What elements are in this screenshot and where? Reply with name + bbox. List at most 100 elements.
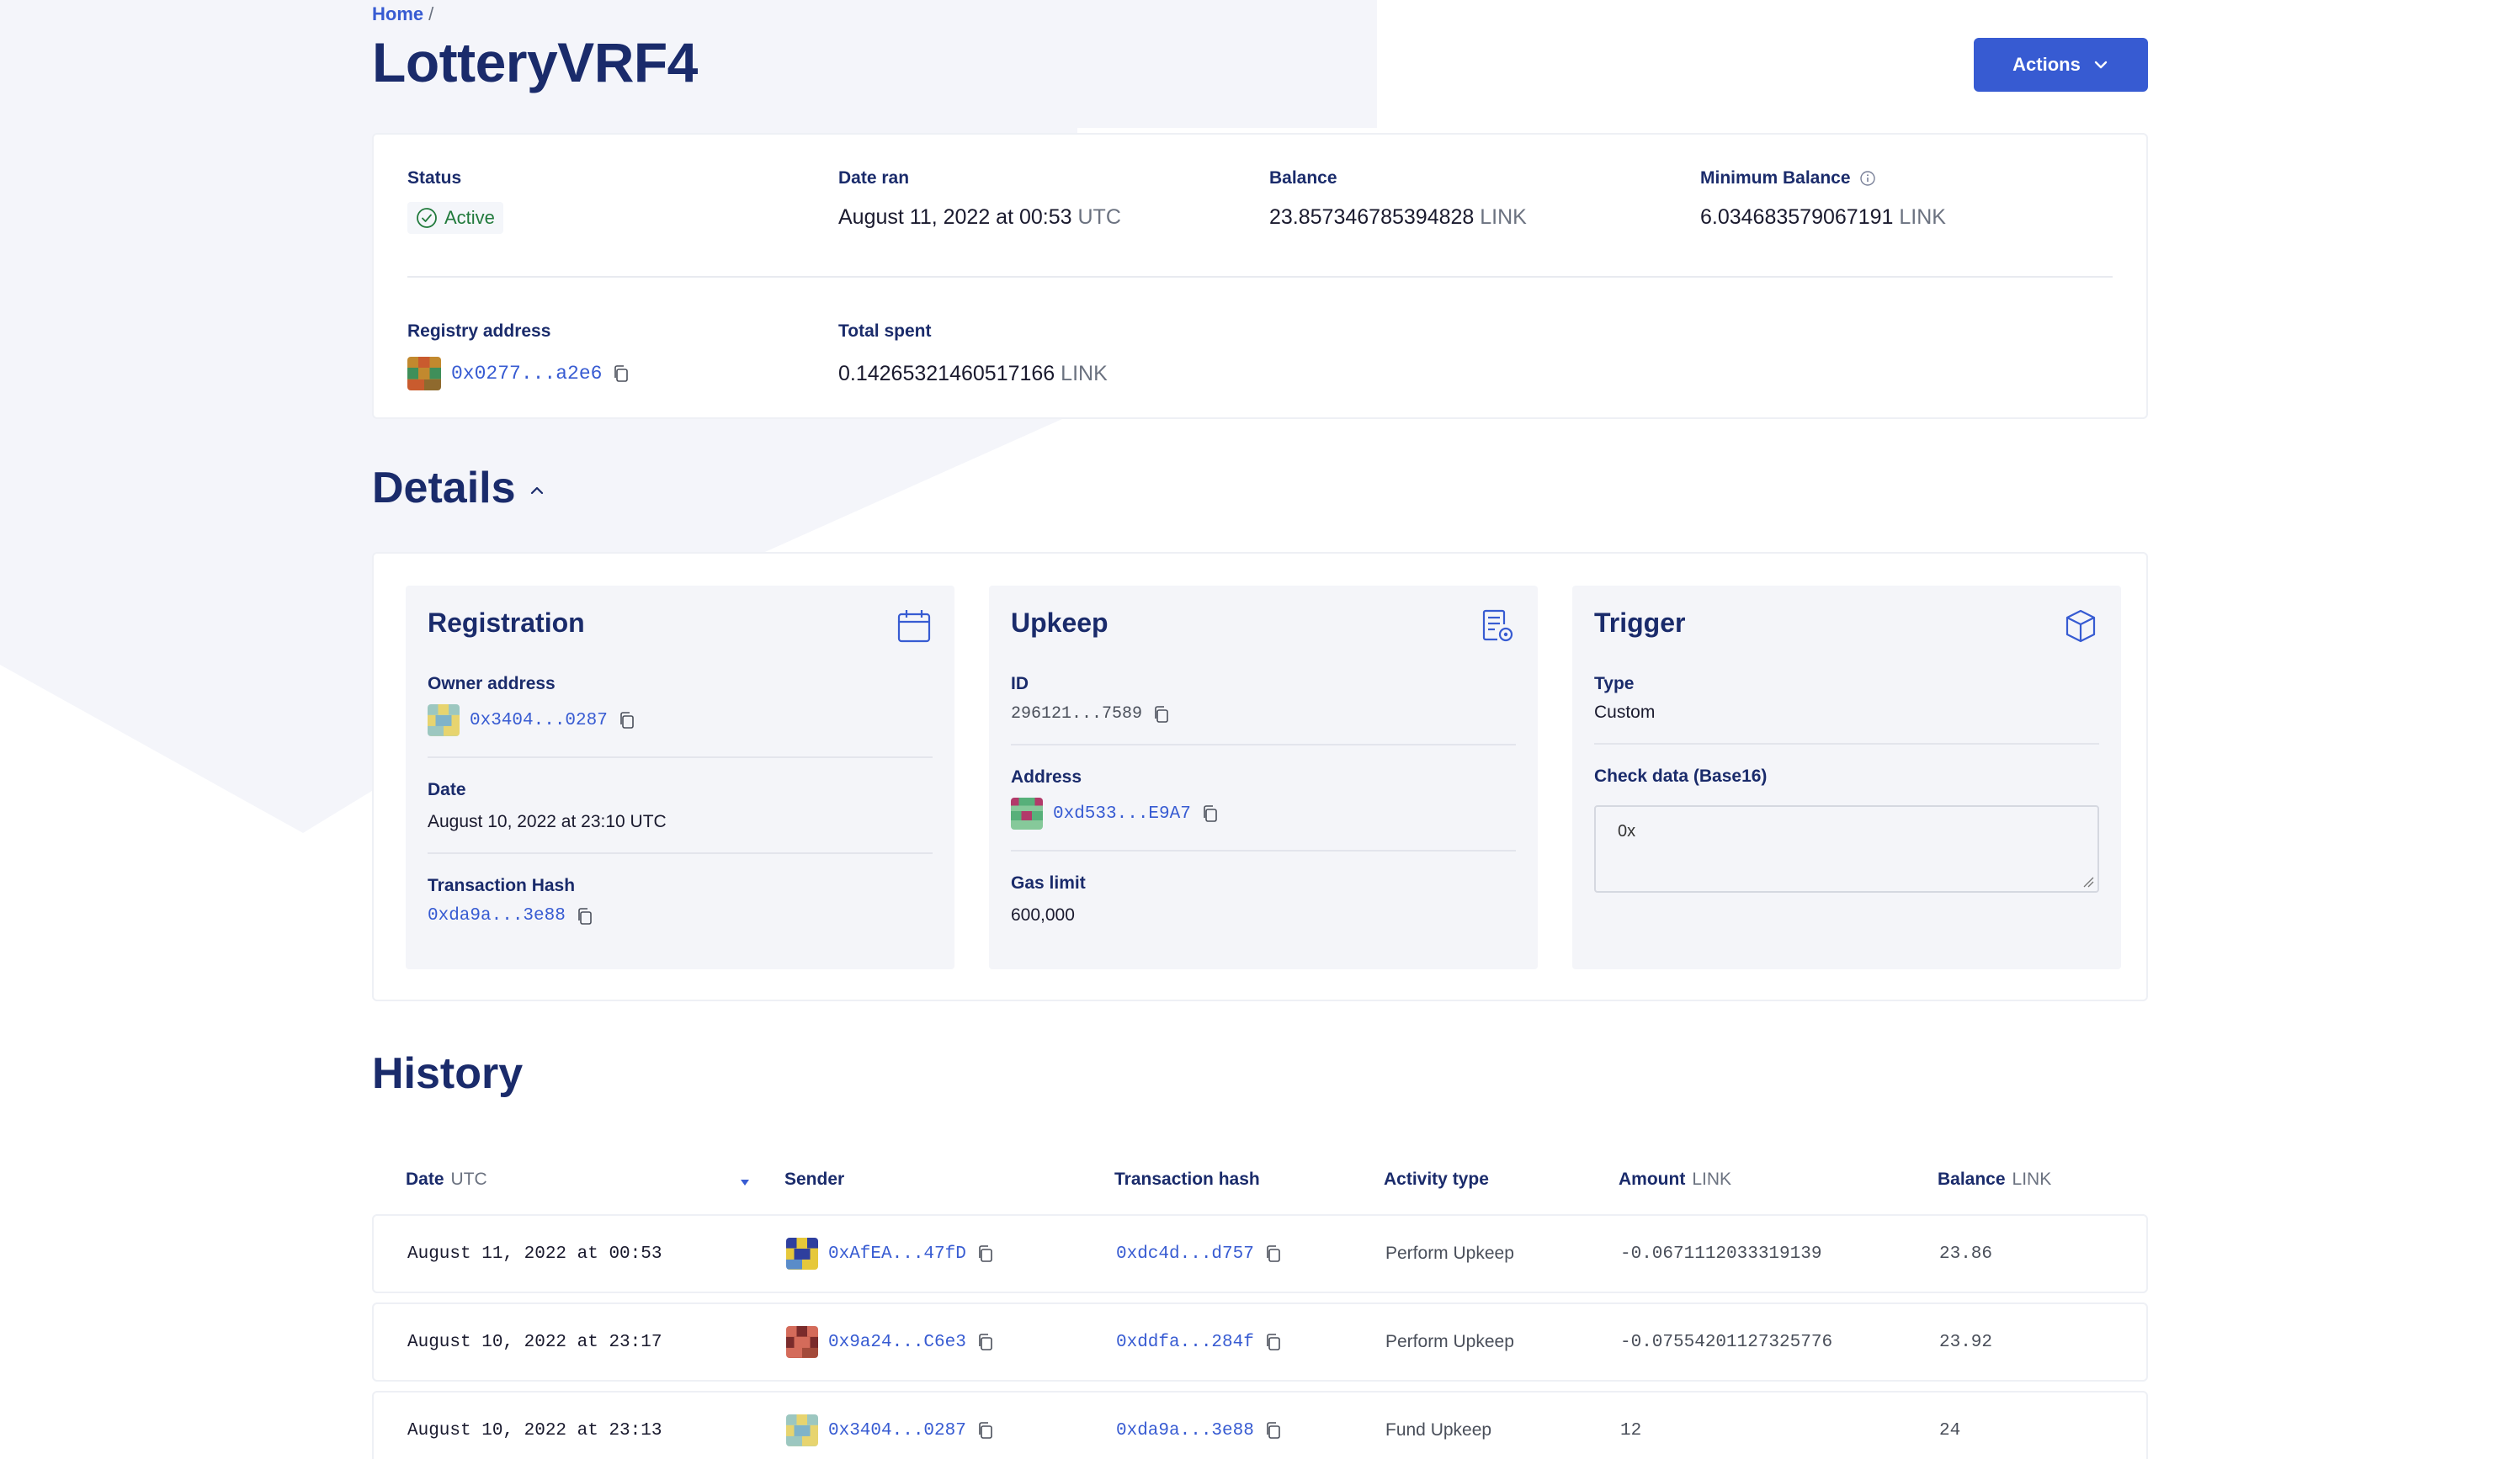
sender-avatar (786, 1414, 818, 1446)
tx-link[interactable]: 0xda9a...3e88 (1116, 1421, 1254, 1440)
min-balance-field: Minimum Balance 6.034683579067191 LINK (1700, 168, 1946, 230)
row-balance: 23.92 (1939, 1332, 1993, 1352)
sender-avatar (786, 1326, 818, 1358)
copy-icon[interactable] (1264, 1333, 1283, 1351)
row-tx: 0xda9a...3e88 (1116, 1393, 1283, 1459)
owner-avatar (428, 704, 460, 736)
trigger-type-row: Type Custom (1594, 674, 2099, 745)
trigger-panel: Trigger Type Custom Check data (Base16) … (1572, 586, 2121, 969)
copy-icon[interactable] (1264, 1244, 1283, 1263)
date-ran-text: August 11, 2022 at 00:53 (838, 205, 1072, 229)
balance-text: 23.857346785394828 (1269, 205, 1475, 229)
registry-avatar (407, 357, 441, 390)
row-balance: 23.86 (1939, 1244, 1993, 1264)
column-header-activity: Activity type (1384, 1170, 1489, 1189)
copy-icon[interactable] (1264, 1421, 1283, 1440)
details-card: Registration Owner address 0x3404...0287… (372, 552, 2148, 1001)
gas-limit-label: Gas limit (1011, 873, 1086, 893)
row-balance: 24 (1939, 1420, 1961, 1440)
registration-date-label: Date (428, 780, 466, 799)
column-header-balance: Balance LINK (1938, 1170, 2051, 1190)
copy-icon[interactable] (976, 1421, 995, 1440)
column-date-text: Date (406, 1170, 444, 1189)
copy-icon[interactable] (576, 907, 594, 926)
status-field: Status Active (407, 168, 503, 234)
breadcrumb: Home / (372, 3, 433, 25)
actions-button-label: Actions (2012, 54, 2081, 75)
registration-date-value: August 10, 2022 at 23:10 UTC (428, 812, 667, 831)
total-spent-field: Total spent 0.14265321460517166 LINK (838, 321, 1108, 386)
registry-address-link[interactable]: 0x0277...a2e6 (451, 363, 602, 385)
row-amount: -0.07554201127325776 (1620, 1332, 1833, 1352)
breadcrumb-separator: / (428, 3, 434, 24)
copy-icon[interactable] (976, 1333, 995, 1351)
row-tx: 0xdc4d...d757 (1116, 1216, 1283, 1292)
status-value: Active (444, 207, 495, 228)
total-spent-value: 0.14265321460517166 LINK (838, 362, 1108, 386)
check-data-field[interactable]: 0x (1594, 805, 2099, 893)
column-amount-unit: LINK (1692, 1170, 1732, 1189)
min-balance-unit: LINK (1899, 205, 1946, 229)
registration-title: Registration (428, 607, 585, 638)
balance-value: 23.857346785394828 LINK (1269, 205, 1527, 230)
upkeep-title: Upkeep (1011, 607, 1108, 638)
upkeep-address-row: Address 0xd533...E9A7 (1011, 767, 1516, 852)
resize-handle-icon[interactable] (2082, 876, 2094, 888)
min-balance-label: Minimum Balance (1700, 168, 1946, 188)
chevron-up-icon (530, 486, 543, 495)
upkeep-id: 296121...7589 (1011, 704, 1516, 724)
upkeep-id-row: ID 296121...7589 (1011, 674, 1516, 745)
upkeep-id-value: 296121...7589 (1011, 704, 1143, 724)
registry-label: Registry address (407, 321, 551, 341)
row-date: August 11, 2022 at 00:53 (407, 1244, 662, 1264)
info-icon[interactable] (1859, 170, 1876, 187)
cube-icon (2065, 609, 2096, 643)
sort-down-icon[interactable] (738, 1176, 752, 1188)
sender-link[interactable]: 0xAfEA...47fD (828, 1244, 966, 1264)
column-amount-text: Amount (1619, 1170, 1686, 1189)
trigger-type-label: Type (1594, 674, 1635, 693)
details-toggle[interactable]: Details (372, 463, 546, 513)
sender-link[interactable]: 0x3404...0287 (828, 1421, 966, 1440)
registration-tx-row: Transaction Hash 0xda9a...3e88 (428, 876, 933, 946)
registration-date-row: Date August 10, 2022 at 23:10 UTC (428, 780, 933, 854)
owner-address: 0x3404...0287 (428, 704, 933, 736)
tx-link[interactable]: 0xddfa...284f (1116, 1333, 1254, 1352)
total-spent-label: Total spent (838, 321, 932, 341)
owner-address-link[interactable]: 0x3404...0287 (470, 711, 608, 730)
total-spent-text: 0.14265321460517166 (838, 362, 1055, 385)
upkeep-address-link[interactable]: 0xd533...E9A7 (1053, 804, 1191, 824)
document-settings-icon (1482, 609, 1513, 642)
registry-field: Registry address 0x0277...a2e6 (407, 321, 630, 390)
breadcrumb-home-link[interactable]: Home (372, 3, 423, 24)
min-balance-value: 6.034683579067191 LINK (1700, 205, 1946, 230)
date-ran-field: Date ran August 11, 2022 at 00:53 UTC (838, 168, 1121, 230)
copy-icon[interactable] (976, 1244, 995, 1263)
check-data-label: Check data (Base16) (1594, 767, 1768, 786)
column-header-sender: Sender (784, 1170, 845, 1189)
copy-icon[interactable] (1152, 705, 1171, 724)
copy-icon[interactable] (618, 711, 636, 730)
date-ran-unit: UTC (1077, 205, 1121, 229)
total-spent-unit: LINK (1061, 362, 1108, 385)
registration-tx-link[interactable]: 0xda9a...3e88 (428, 906, 566, 926)
upkeep-panel: Upkeep ID 296121...7589 Address 0xd533..… (989, 586, 1538, 969)
actions-button[interactable]: Actions (1974, 38, 2148, 92)
row-date: August 10, 2022 at 23:17 (407, 1332, 662, 1352)
registration-tx: 0xda9a...3e88 (428, 906, 933, 926)
table-row: August 10, 2022 at 23:17 0x9a24...C6e3 0… (372, 1302, 2148, 1382)
table-row: August 11, 2022 at 00:53 0xAfEA...47fD 0… (372, 1214, 2148, 1293)
row-sender: 0x9a24...C6e3 (786, 1304, 995, 1380)
column-header-date[interactable]: Date UTC (406, 1170, 487, 1190)
min-balance-text: 6.034683579067191 (1700, 205, 1894, 229)
copy-icon[interactable] (612, 364, 630, 383)
upkeep-id-label: ID (1011, 674, 1029, 693)
tx-link[interactable]: 0xdc4d...d757 (1116, 1244, 1254, 1264)
upkeep-address: 0xd533...E9A7 (1011, 798, 1516, 830)
upkeep-address-label: Address (1011, 767, 1082, 787)
page-title: LotteryVRF4 (372, 31, 698, 93)
copy-icon[interactable] (1201, 804, 1220, 823)
status-badge: Active (407, 202, 503, 234)
gas-limit-value: 600,000 (1011, 905, 1075, 925)
sender-link[interactable]: 0x9a24...C6e3 (828, 1333, 966, 1352)
